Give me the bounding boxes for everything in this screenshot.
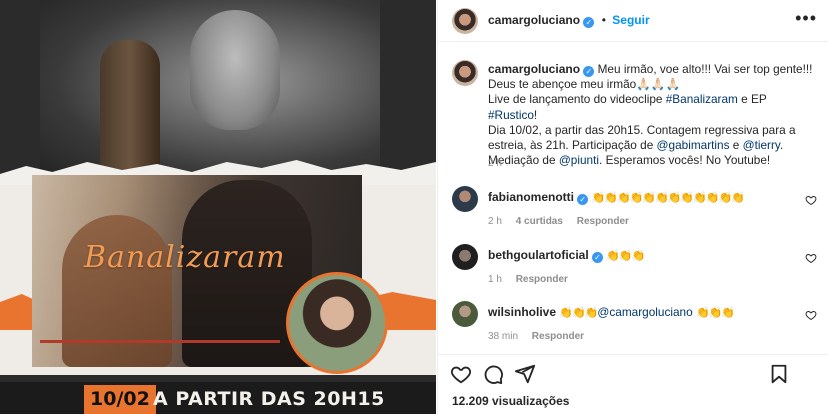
caption-text-fragment: e EP bbox=[737, 92, 767, 107]
caption-timestamp: 2 h bbox=[488, 158, 502, 169]
owner-avatar[interactable] bbox=[452, 8, 478, 34]
caption-line-5: estreia, às 21h. Participação de bbox=[488, 138, 657, 153]
singer-face-graphic bbox=[190, 10, 280, 130]
verified-icon: ✓ bbox=[583, 17, 595, 28]
mention-piunti[interactable]: @piunti bbox=[559, 153, 599, 167]
comment-item: wilsinholive 👏👏👏@camargoluciano 👏👏👏 38 m… bbox=[438, 301, 828, 351]
caption-text-fragment: . Esperamos vocês! No Youtube! bbox=[599, 153, 771, 168]
verified-icon: ✓ bbox=[583, 66, 595, 77]
video-progress-bar bbox=[40, 340, 280, 343]
reply-button[interactable]: Responder bbox=[516, 274, 568, 285]
caption-line-3: Live de lançamento do videoclipe bbox=[488, 92, 666, 107]
comment-text: 👏👏👏 bbox=[606, 250, 645, 262]
comment-body: bethgoulartoficial ✓ 👏👏👏 bbox=[488, 248, 645, 263]
comment-time: 2 h bbox=[488, 216, 502, 227]
date-badge: 10/02 bbox=[84, 385, 156, 414]
separator-dot: • bbox=[601, 13, 606, 27]
share-icon[interactable] bbox=[514, 363, 536, 385]
reply-button[interactable]: Responder bbox=[532, 331, 584, 342]
caption-line-4: Dia 10/02, a partir das 20h15. Contagem … bbox=[488, 122, 796, 137]
woman-silhouette bbox=[62, 215, 172, 367]
comment-time: 38 min bbox=[488, 331, 519, 342]
comment-meta: 2 h 4 curtidas Responder bbox=[488, 216, 640, 227]
guest-avatar-circle bbox=[286, 272, 388, 374]
caption-text-fragment: ! bbox=[533, 107, 538, 122]
caption-line-1: Meu irmão, voe alto!!! Vai ser top gente… bbox=[597, 62, 813, 76]
video-title-overlay: Banalizaram bbox=[84, 240, 286, 275]
mention-gabimartins[interactable]: @gabimartins bbox=[657, 138, 730, 152]
caption-text-fragment: e bbox=[729, 138, 743, 153]
commenter-avatar[interactable] bbox=[452, 301, 478, 327]
like-comment-heart-icon[interactable] bbox=[805, 194, 817, 206]
comment-body: wilsinholive 👏👏👏@camargoluciano 👏👏👏 bbox=[488, 305, 735, 319]
verified-icon: ✓ bbox=[577, 194, 589, 205]
views-count: 12.209 visualizações bbox=[452, 394, 570, 408]
like-comment-heart-icon[interactable] bbox=[805, 309, 817, 321]
caption-text-fragment: . bbox=[779, 138, 784, 153]
date-text: A PARTIR DAS 20H15 bbox=[153, 388, 385, 410]
commenter-avatar[interactable] bbox=[452, 186, 478, 212]
caption-avatar[interactable] bbox=[452, 60, 478, 86]
comment-item: bethgoulartoficial ✓ 👏👏👏 1 h Responder bbox=[438, 244, 828, 294]
hashtag-banalizaram[interactable]: #Banalizaram bbox=[666, 92, 738, 106]
header-username[interactable]: camargoluciano bbox=[488, 13, 580, 27]
action-bar bbox=[438, 354, 828, 392]
mention-tierry[interactable]: @tierry bbox=[743, 138, 780, 152]
comment-text-end: 👏👏👏 bbox=[695, 307, 735, 319]
caption-username[interactable]: camargoluciano bbox=[488, 62, 580, 76]
heart-icon[interactable] bbox=[450, 363, 472, 385]
more-options-icon[interactable]: ••• bbox=[795, 8, 817, 29]
comment-time: 1 h bbox=[488, 274, 502, 285]
comment-meta: 38 min Responder bbox=[488, 331, 595, 342]
comment-likes[interactable]: 4 curtidas bbox=[516, 216, 563, 227]
comment-text: 👏👏👏 bbox=[559, 307, 598, 319]
hashtag-rustico[interactable]: #Rustico bbox=[488, 108, 534, 122]
comment-item: fabianomenotti ✓ 👏👏👏👏👏👏👏👏👏👏👏👏 2 h 4 curt… bbox=[438, 186, 828, 236]
post-image[interactable]: Banalizaram 10/02 A PARTIR DAS 20H15 bbox=[0, 0, 436, 414]
mention-camargoluciano[interactable]: @camargoluciano bbox=[597, 305, 692, 319]
caption-line-2: Deus te abençoe meu irmão🙏🏻🙏🏻🙏🏻 bbox=[488, 77, 681, 92]
comment-icon[interactable] bbox=[482, 363, 504, 385]
like-comment-heart-icon[interactable] bbox=[805, 252, 817, 264]
verified-icon: ✓ bbox=[591, 252, 603, 263]
comment-text: 👏👏👏👏👏👏👏👏👏👏👏👏 bbox=[591, 192, 745, 204]
comment-username[interactable]: bethgoulartoficial bbox=[488, 248, 589, 262]
header-line: camargoluciano ✓ • Seguir bbox=[488, 13, 650, 28]
post-header: camargoluciano ✓ • Seguir ••• bbox=[438, 0, 828, 42]
comment-body: fabianomenotti ✓ 👏👏👏👏👏👏👏👏👏👏👏👏 bbox=[488, 190, 745, 205]
comment-username[interactable]: wilsinholive bbox=[488, 305, 556, 319]
caption-text: camargoluciano ✓ Meu irmão, voe alto!!! … bbox=[488, 62, 818, 168]
comment-meta: 1 h Responder bbox=[488, 274, 579, 285]
reply-button[interactable]: Responder bbox=[577, 216, 629, 227]
bookmark-icon[interactable] bbox=[768, 363, 790, 385]
follow-button[interactable]: Seguir bbox=[612, 13, 649, 27]
comment-username[interactable]: fabianomenotti bbox=[488, 190, 574, 204]
post-side-panel: camargoluciano ✓ • Seguir ••• camargoluc… bbox=[437, 0, 828, 414]
commenter-avatar[interactable] bbox=[452, 244, 478, 270]
